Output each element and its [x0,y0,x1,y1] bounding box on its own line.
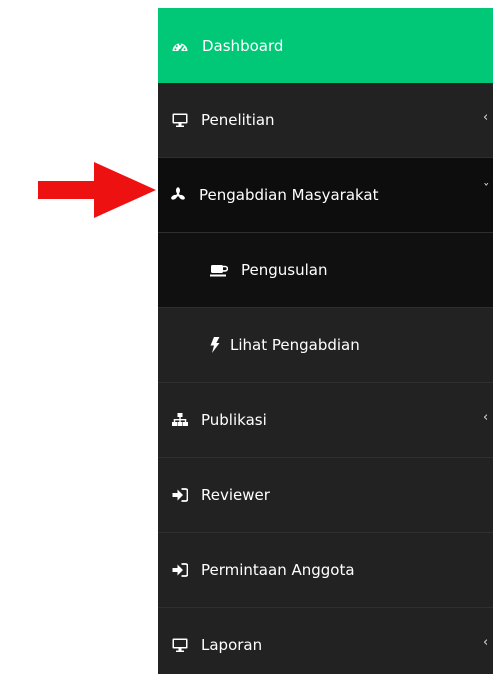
sidebar-item-permintaan-anggota[interactable]: Permintaan Anggota [158,533,493,608]
sidebar-item-label: Laporan [201,636,263,654]
chevron-left-icon: ‹ [483,110,489,125]
sidebar-item-dashboard[interactable]: Dashboard [158,8,493,83]
sidebar-item-label: Publikasi [201,411,267,429]
sidebar-item-label: Pengabdian Masyarakat [199,186,379,204]
sidebar-item-laporan[interactable]: Laporan ‹ [158,608,493,674]
sidebar-item-reviewer[interactable]: Reviewer [158,458,493,533]
sidebar-item-label: Reviewer [201,486,270,504]
coffee-cup-icon [210,264,228,277]
sidebar-item-penelitian[interactable]: Penelitian ‹ [158,83,493,158]
screenshot-stage: Dashboard Penelitian ‹ Pengabdian Masyar… [0,0,493,674]
sign-in-icon [172,563,188,577]
sidebar-item-publikasi[interactable]: Publikasi ‹ [158,383,493,458]
submenu-item-label: Lihat Pengabdian [230,336,360,354]
sidebar-item-label: Penelitian [201,111,275,129]
submenu-item-label: Pengusulan [241,261,328,279]
sidebar-item-label: Dashboard [202,36,284,55]
monitor-icon [172,638,188,652]
dashboard-icon [172,39,188,53]
bolt-icon [209,337,221,353]
monitor-icon [172,113,188,127]
chevron-down-icon: ˇ [483,183,490,198]
sitemap-icon [172,413,188,427]
chevron-left-icon: ‹ [483,635,489,650]
submenu-item-pengusulan[interactable]: Pengusulan [158,233,493,308]
sidebar-menu: Dashboard Penelitian ‹ Pengabdian Masyar… [158,8,493,674]
sidebar-item-pengabdian-masyarakat[interactable]: Pengabdian Masyarakat ˇ [158,158,493,233]
submenu-item-lihat-pengabdian[interactable]: Lihat Pengabdian [158,308,493,383]
sidebar-item-label: Permintaan Anggota [201,561,355,579]
red-pointer-arrow-icon [38,162,156,218]
sign-in-icon [172,488,188,502]
asterisk-icon [170,187,186,203]
chevron-left-icon: ‹ [483,410,489,425]
